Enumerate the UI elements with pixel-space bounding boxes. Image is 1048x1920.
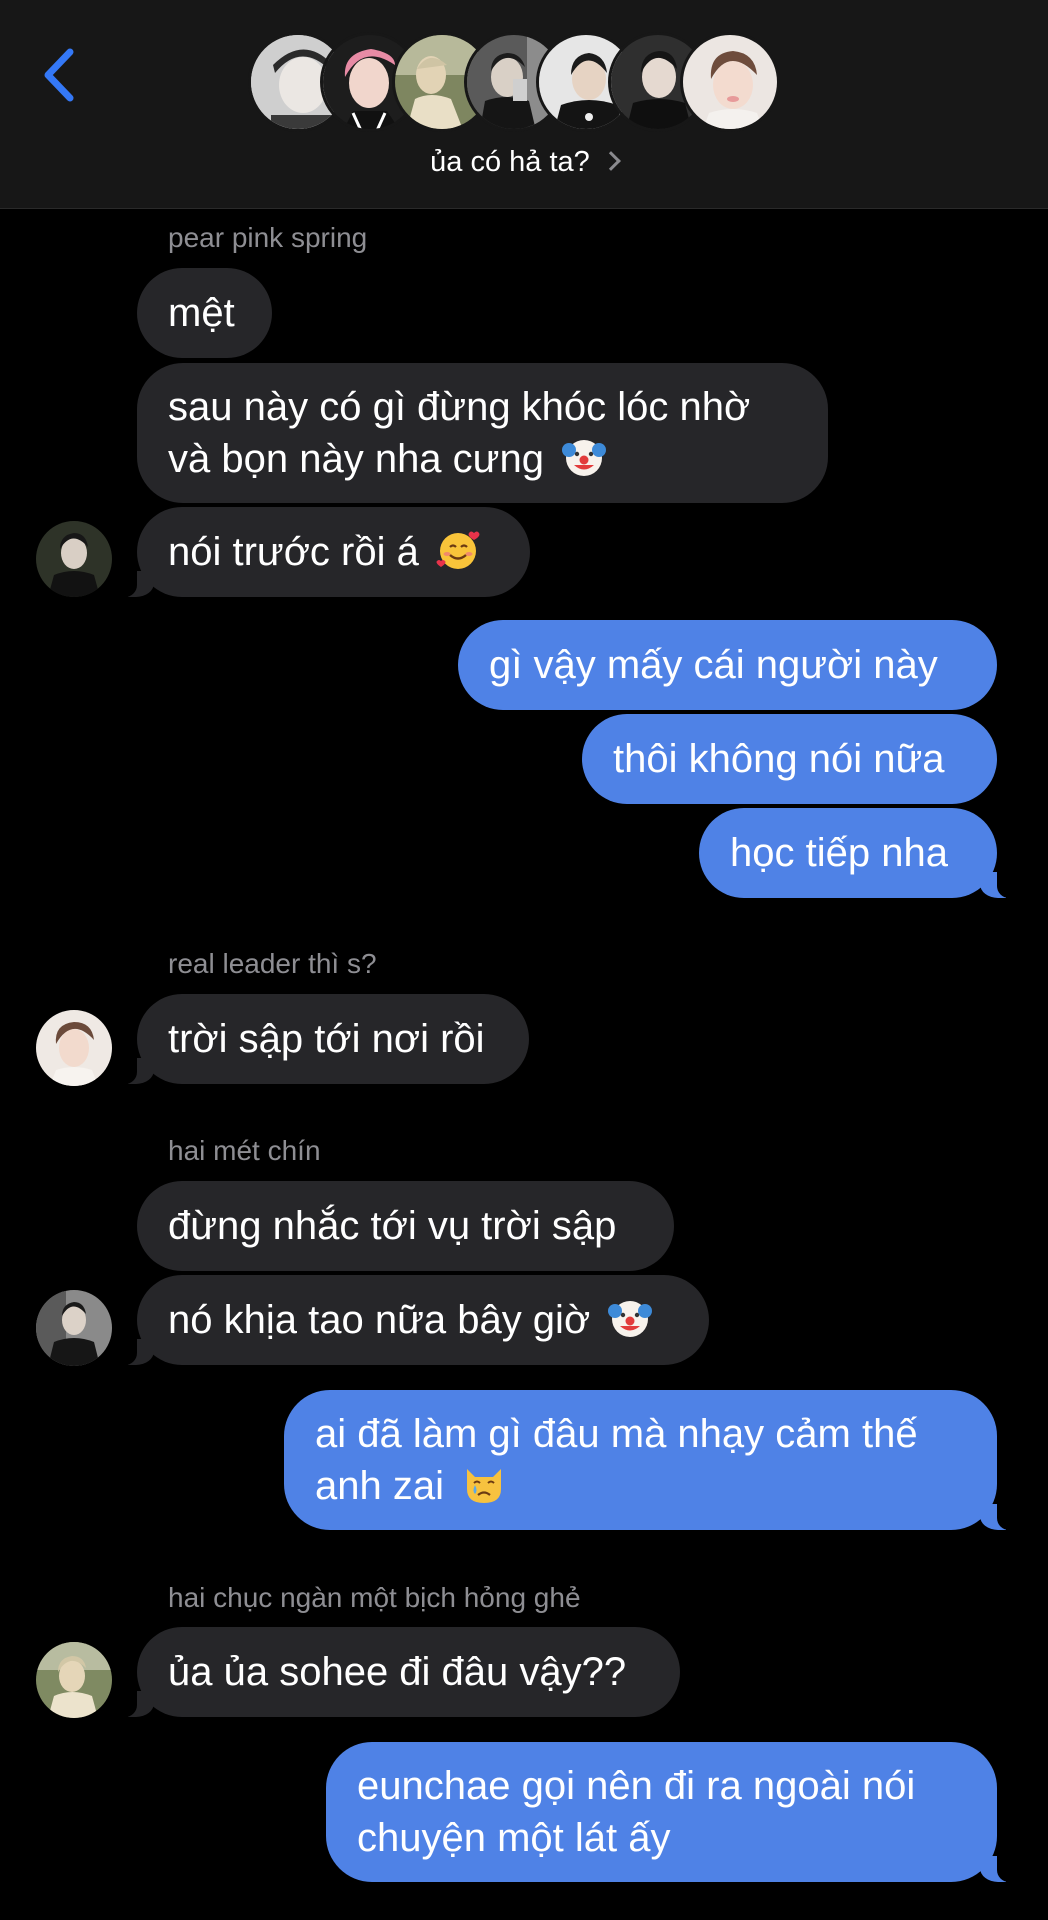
outgoing-message-bubble[interactable]: eunchae gọi nên đi ra ngoài nói chuyện m… [326, 1742, 1019, 1882]
incoming-message-bubble[interactable]: trời sập tới nơi rồi [115, 994, 529, 1084]
sender-avatar[interactable] [36, 1290, 112, 1366]
message-text: eunchae gọi nên đi ra ngoài nói [357, 1764, 916, 1808]
message-text: thôi không nói nữa [613, 737, 945, 781]
conversation-header: ủa có hả ta? [0, 0, 1048, 209]
message-text: nói trước rồi á [168, 530, 419, 574]
message-text: chuyện một lát ấy [357, 1816, 671, 1860]
message-text: và bọn này nha cưng [168, 437, 544, 481]
chevron-right-icon [600, 151, 621, 171]
sender-avatar[interactable] [36, 1642, 112, 1718]
sender-avatar[interactable] [36, 521, 112, 597]
outgoing-message-bubble[interactable]: gì vậy mấy cái người này [458, 620, 997, 710]
message-text: sau này có gì đừng khóc lóc nhờ [168, 385, 751, 429]
message-text: nó khịa tao nữa bây giờ [168, 1298, 591, 1342]
message-text: đừng nhắc tới vụ trời sập [168, 1204, 617, 1248]
outgoing-message-bubble[interactable]: học tiếp nha [699, 808, 1019, 898]
chevron-left-icon[interactable] [36, 44, 86, 106]
message-text: ủa ủa sohee đi đâu vậy?? [168, 1650, 627, 1694]
outgoing-message-bubble[interactable]: ai đã làm gì đâu mà nhạy cảm thế anh zai [284, 1390, 1019, 1530]
message-text: trời sập tới nơi rồi [168, 1017, 485, 1061]
incoming-message-bubble[interactable]: nói trước rồi á [115, 507, 530, 597]
incoming-message-bubble[interactable]: nó khịa tao nữa bây giờ [115, 1275, 709, 1365]
sender-name: hai mét chín [168, 1135, 321, 1166]
incoming-message-bubble[interactable]: ủa ủa sohee đi đâu vậy?? [115, 1627, 680, 1717]
incoming-message-bubble[interactable]: mệt [137, 268, 272, 358]
message-text: học tiếp nha [730, 831, 948, 875]
outgoing-message-bubble[interactable]: thôi không nói nữa [582, 714, 997, 804]
group-name-button[interactable]: ủa có hả ta? [0, 146, 1048, 179]
incoming-message-bubble[interactable]: đừng nhắc tới vụ trời sập [137, 1181, 674, 1271]
sender-name: real leader thì s? [168, 948, 377, 979]
sender-avatar[interactable] [36, 1010, 112, 1086]
participant-avatar[interactable] [680, 32, 780, 132]
message-text: anh zai [315, 1464, 444, 1508]
sender-name: pear pink spring [168, 222, 368, 253]
message-text: ai đã làm gì đâu mà nhạy cảm thế [315, 1412, 918, 1456]
message-text: mệt [168, 291, 235, 335]
participant-avatars[interactable] [248, 32, 808, 136]
crying-cat-emoji [467, 1469, 502, 1503]
clown-face-emoji [608, 1301, 653, 1337]
incoming-message-bubble[interactable]: sau này có gì đừng khóc lóc nhờ và bọn n… [137, 363, 828, 503]
sender-name: hai chục ngàn một bịch hỏng ghẻ [168, 1582, 581, 1613]
message-text: gì vậy mấy cái người này [489, 643, 938, 687]
group-name-label: ủa có hả ta? [430, 146, 590, 178]
clown-face-emoji [562, 440, 607, 476]
smiling-face-with-hearts-emoji [436, 531, 480, 569]
